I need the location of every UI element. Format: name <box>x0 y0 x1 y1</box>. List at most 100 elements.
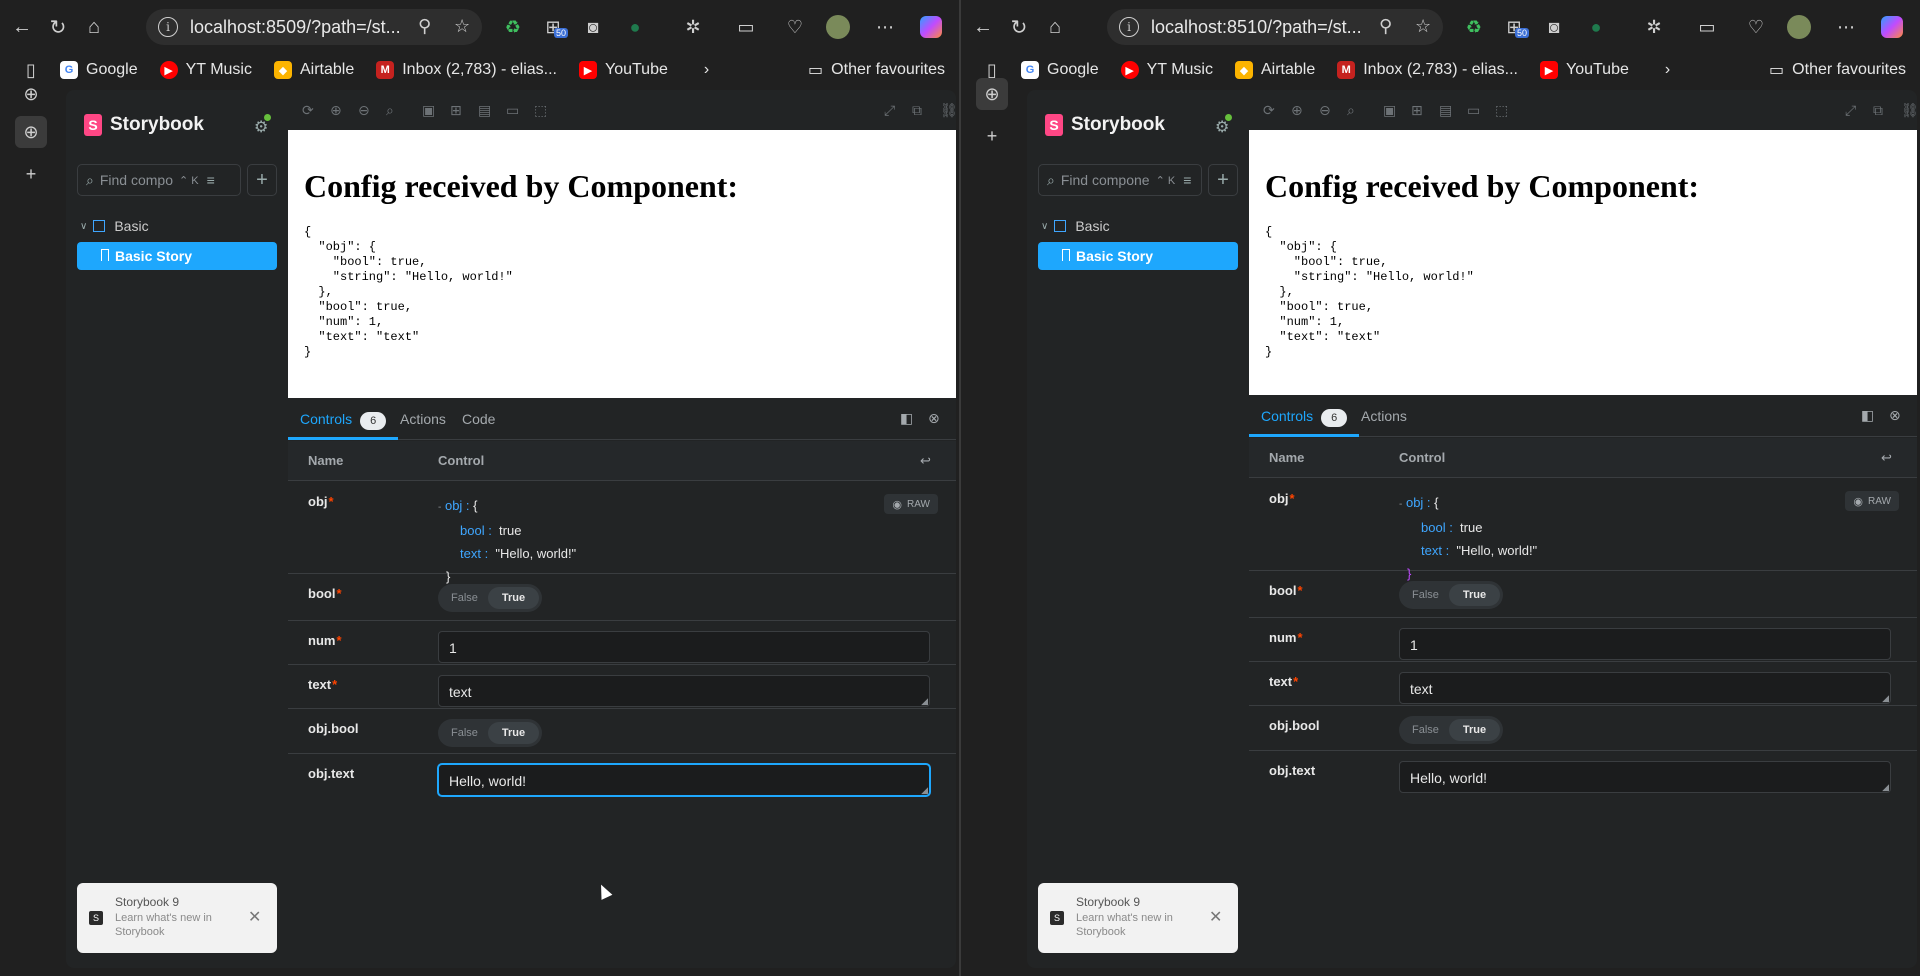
copilot-icon[interactable] <box>1879 14 1905 40</box>
measure-icon[interactable]: ▭ <box>506 102 519 119</box>
reset-controls-icon[interactable]: ↩ <box>920 453 931 469</box>
extension-recycle-icon[interactable]: ♻ <box>500 14 526 40</box>
other-favourites[interactable]: ▭ Other favourites <box>808 54 945 86</box>
story-item-basic-story[interactable]: Basic Story <box>1038 242 1238 270</box>
tab-actions[interactable]: Actions <box>1361 395 1407 437</box>
create-story-button[interactable]: + <box>1208 164 1238 196</box>
viewport-icon[interactable]: ▤ <box>478 102 491 119</box>
health-icon[interactable]: ♡ <box>782 14 808 40</box>
new-tab-icon[interactable]: + <box>15 158 47 190</box>
create-story-button[interactable]: + <box>247 164 277 196</box>
search-input[interactable]: ⌕ Find compo ⌃ K ≡ <box>77 164 241 196</box>
settings-gear-icon[interactable]: ⚙ <box>254 114 271 137</box>
open-new-tab-icon[interactable]: ⧉ <box>912 102 922 119</box>
tab-globe-active-icon[interactable]: ⊕ <box>15 116 47 148</box>
obj-text-input[interactable]: Hello, world! ◢ <box>438 764 930 796</box>
zoom-out-icon[interactable]: ⊖ <box>358 102 370 119</box>
close-panel-icon[interactable]: ⊗ <box>928 410 940 427</box>
raw-toggle-button[interactable]: ◉ RAW <box>884 494 938 514</box>
zoom-icon[interactable]: ⚲ <box>418 16 431 37</box>
bookmark-inbox[interactable]: M Inbox (2,783) - elias... <box>1337 61 1518 79</box>
copy-link-icon[interactable]: ⛓ <box>940 102 956 119</box>
zoom-reset-icon[interactable]: ⌕ <box>1347 102 1355 119</box>
outline-icon[interactable]: ⬚ <box>1495 102 1508 119</box>
camera-icon[interactable]: ◙ <box>580 14 606 40</box>
bookmark-airtable[interactable]: ◆ Airtable <box>273 61 354 79</box>
home-icon[interactable]: ⌂ <box>80 13 108 41</box>
info-icon[interactable]: i <box>1119 17 1139 37</box>
extension-badge-icon[interactable]: ⊞ 50 <box>1501 14 1530 40</box>
bookmark-youtube[interactable]: ▶ YouTube <box>1539 61 1629 79</box>
favorite-star-icon[interactable]: ☆ <box>454 16 470 37</box>
obj-text-input[interactable]: Hello, world! ◢ <box>1399 761 1891 793</box>
resize-handle-icon[interactable]: ◢ <box>921 785 928 796</box>
zoom-in-icon[interactable]: ⊕ <box>1291 102 1303 119</box>
tab-actions[interactable]: Actions <box>400 398 446 440</box>
bookmark-yt-music[interactable]: ▶ YT Music <box>1120 61 1213 79</box>
obj-bool-toggle[interactable]: False True <box>438 719 543 747</box>
favorite-star-icon[interactable]: ☆ <box>1415 16 1431 37</box>
close-icon[interactable]: ✕ <box>1209 907 1222 927</box>
extension-recycle-icon[interactable]: ♻ <box>1461 14 1487 40</box>
address-bar[interactable]: i localhost:8509/?path=/st... ⚲ ☆ <box>146 9 482 45</box>
health-icon[interactable]: ♡ <box>1743 14 1769 40</box>
storybook-brand[interactable]: S Storybook <box>84 114 204 136</box>
address-bar[interactable]: i localhost:8510/?path=/st... ⚲ ☆ <box>1107 9 1443 45</box>
extensions-icon[interactable]: ✲ <box>680 14 706 40</box>
tab-globe-active-icon[interactable]: ⊕ <box>976 78 1008 110</box>
home-icon[interactable]: ⌂ <box>1041 13 1069 41</box>
close-panel-icon[interactable]: ⊗ <box>1889 407 1901 424</box>
camera-icon[interactable]: ◙ <box>1541 14 1567 40</box>
whats-new-notification[interactable]: S Storybook 9 Learn what's new in Storyb… <box>77 883 277 953</box>
obj-bool-toggle[interactable]: False True <box>1399 716 1504 744</box>
outline-icon[interactable]: ⬚ <box>534 102 547 119</box>
bool-toggle[interactable]: False True <box>1399 581 1504 609</box>
cast-icon[interactable]: ▭ <box>1694 14 1720 40</box>
bookmark-inbox[interactable]: M Inbox (2,783) - elias... <box>376 61 557 79</box>
tab-globe-icon[interactable]: ⊕ <box>15 78 47 110</box>
viewport-icon[interactable]: ▤ <box>1439 102 1452 119</box>
extensions-icon[interactable]: ✲ <box>1641 14 1667 40</box>
more-menu-icon[interactable]: ⋯ <box>872 14 898 40</box>
zoom-in-icon[interactable]: ⊕ <box>330 102 342 119</box>
fullscreen-icon[interactable]: ⤢ <box>1845 102 1856 119</box>
bookmark-youtube[interactable]: ▶ YouTube <box>578 61 668 79</box>
tree-group-basic[interactable]: ∨ Basic <box>1041 218 1110 234</box>
bookmark-airtable[interactable]: ◆ Airtable <box>1234 61 1315 79</box>
resize-handle-icon[interactable]: ◢ <box>1882 782 1889 793</box>
num-input[interactable]: 1 <box>438 631 930 663</box>
bool-toggle[interactable]: False True <box>438 584 543 612</box>
cast-icon[interactable]: ▭ <box>733 14 759 40</box>
extension-green-icon[interactable]: ● <box>622 14 648 40</box>
bookmark-google[interactable]: G Google <box>60 61 138 79</box>
raw-toggle-button[interactable]: ◉ RAW <box>1845 491 1899 511</box>
bookmark-yt-music[interactable]: ▶ YT Music <box>159 61 252 79</box>
storybook-brand[interactable]: S Storybook <box>1045 114 1165 136</box>
tree-group-basic[interactable]: ∨ Basic <box>80 218 149 234</box>
extension-green-icon[interactable]: ● <box>1583 14 1609 40</box>
fullscreen-icon[interactable]: ⤢ <box>884 102 895 119</box>
remount-icon[interactable]: ⟳ <box>1263 102 1275 119</box>
whats-new-notification[interactable]: S Storybook 9 Learn what's new in Storyb… <box>1038 883 1238 953</box>
other-favourites[interactable]: ▭ Other favourites <box>1769 54 1906 86</box>
measure-icon[interactable]: ▭ <box>1467 102 1480 119</box>
open-new-tab-icon[interactable]: ⧉ <box>1873 102 1883 119</box>
panel-orientation-icon[interactable]: ◧ <box>1861 407 1874 424</box>
profile-avatar[interactable] <box>1786 14 1812 40</box>
num-input[interactable]: 1 <box>1399 628 1891 660</box>
bookmarks-overflow-icon[interactable]: › <box>704 61 709 79</box>
zoom-reset-icon[interactable]: ⌕ <box>386 102 394 119</box>
remount-icon[interactable]: ⟳ <box>302 102 314 119</box>
bookmark-google[interactable]: G Google <box>1021 61 1099 79</box>
filter-icon[interactable]: ≡ <box>1183 172 1191 188</box>
refresh-icon[interactable]: ↻ <box>44 13 72 41</box>
new-tab-icon[interactable]: + <box>976 120 1008 152</box>
background-icon[interactable]: ▣ <box>422 102 435 119</box>
resize-handle-icon[interactable]: ◢ <box>921 696 928 707</box>
filter-icon[interactable]: ≡ <box>207 172 215 188</box>
tab-controls[interactable]: Controls 6 <box>288 398 399 440</box>
grid-icon[interactable]: ⊞ <box>450 102 462 119</box>
close-icon[interactable]: ✕ <box>248 907 261 927</box>
background-icon[interactable]: ▣ <box>1383 102 1396 119</box>
back-icon[interactable]: ← <box>969 13 997 41</box>
